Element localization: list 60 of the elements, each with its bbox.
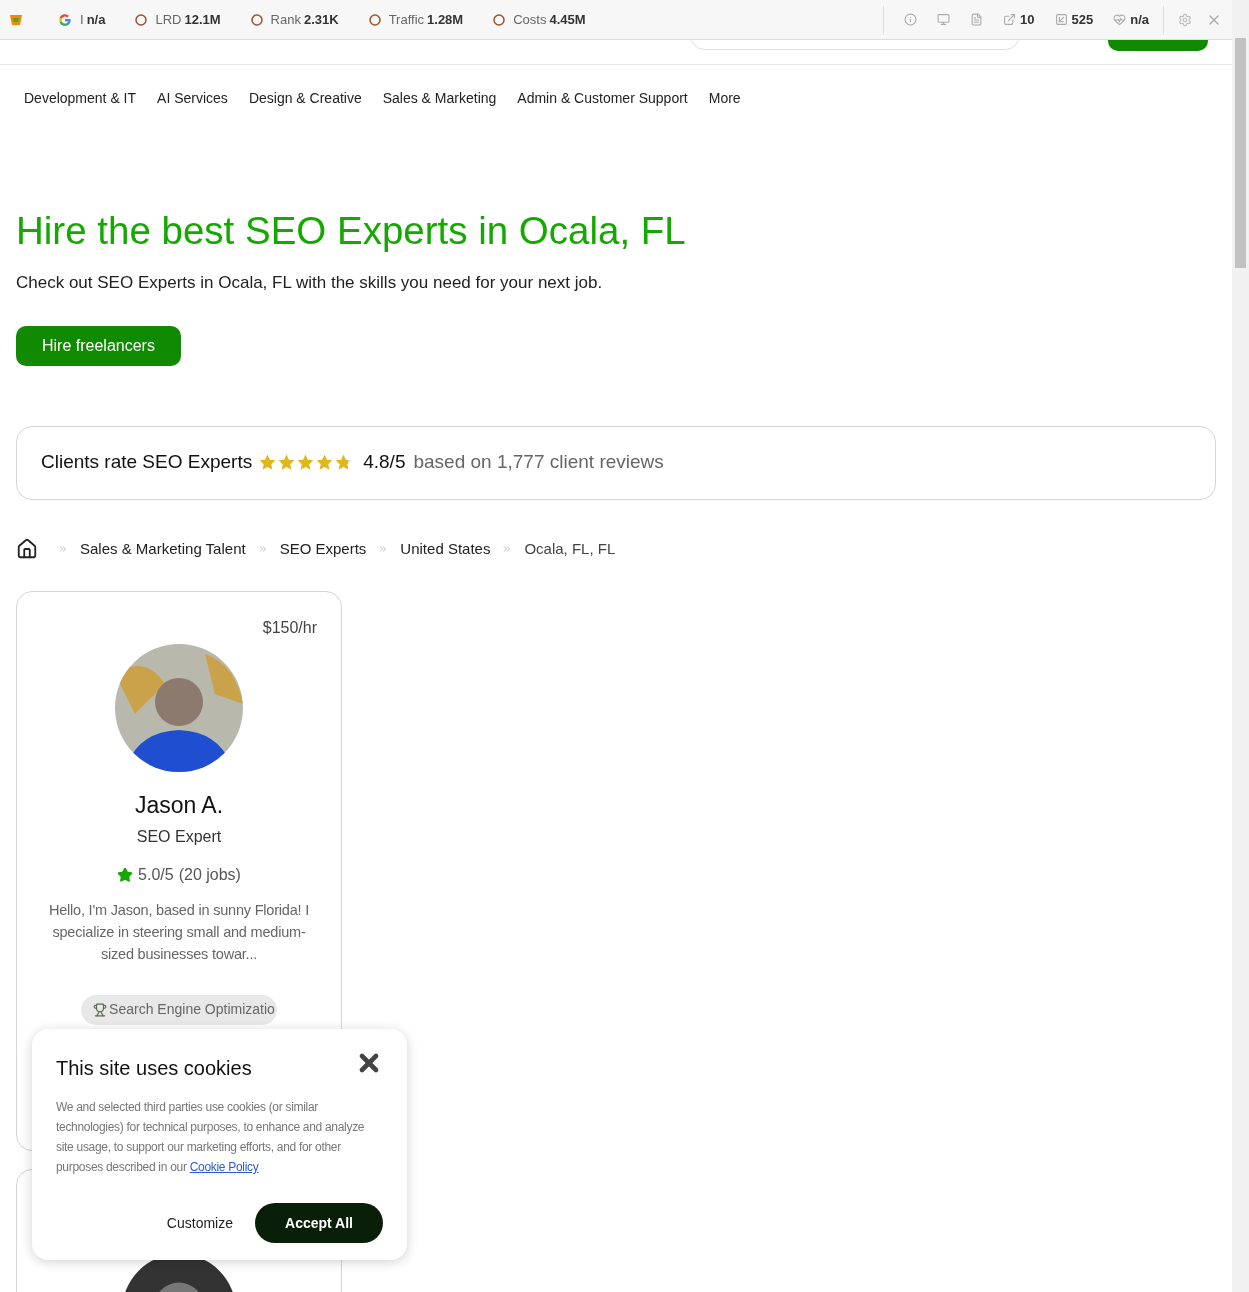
cookie-policy-link[interactable]: Cookie Policy [189,1160,259,1174]
home-icon[interactable] [16,537,38,560]
rating-label: Clients rate SEO Experts [41,450,253,475]
stat-value: 525 [1071,10,1094,29]
settings-icon[interactable] [1178,12,1192,27]
freelancer-title: SEO Expert [136,826,222,847]
nav-link[interactable]: More [708,88,741,109]
nav-link[interactable]: Development & IT [24,88,137,109]
dialog-title: This site uses cookies [56,1056,252,1081]
freelancer-name: Jason A. [134,791,224,821]
breadcrumb-link[interactable]: Sales & Marketing Talent [80,537,246,561]
google-icon [58,12,72,27]
breadcrumb-link[interactable]: United States [400,537,491,561]
metric-value: 2.31K [303,10,339,29]
stat-value: 10 [1020,10,1035,29]
chevron-icon [502,543,513,554]
metric-value: 4.45M [549,10,586,29]
heart-icon [1113,13,1127,26]
metric-label: Rank [270,10,301,29]
nav-link[interactable]: Design & Creative [248,88,362,109]
metric-value: 1.28M [427,10,464,29]
star-icon [117,866,134,883]
review-count: based on 1,777 client reviews [413,450,664,475]
job-count: (20 jobs) [178,864,241,885]
metric-value: n/a [86,10,106,29]
freelancer-bio: Hello, I'm Jason, based in sunny Florida! I specialize in steering small and medium-sized businesses towar... [47,900,311,964]
accept-button[interactable]: Accept All [255,1203,383,1243]
metric-label: Traffic [388,10,425,29]
monitor-icon[interactable] [937,13,951,26]
circle-icon [493,13,506,26]
chevron-icon [378,543,389,554]
cookie-text: We and selected third parties use cookies (or similar technologies) for technical purposes, to enhance and analyze site usage, to support our marketing efforts, and for other purposes described in our Cookie Policy [56,1099,366,1176]
chevron-icon [257,543,268,554]
breadcrumb-link[interactable]: SEO Experts [279,537,367,561]
nav-link[interactable]: Sales & Marketing [382,88,497,109]
inbound-link-icon [1054,13,1068,26]
metric-label: Costs [513,10,547,29]
circle-icon [368,13,381,26]
freelancer-score: 5.0/5 [138,864,174,885]
nav-link[interactable]: AI Services [157,88,228,109]
metric-label: LRD [155,10,182,29]
rating-score: 4.8/5 [363,450,406,475]
trophy-icon [93,1002,108,1017]
document-icon[interactable] [970,13,984,26]
customize-button[interactable]: Customize [166,1212,233,1234]
nav-link[interactable]: Admin & Customer Support [517,88,688,109]
circle-icon [135,13,148,26]
metric-label: I [80,10,84,29]
metric-value: 12.1M [184,10,221,29]
stat-value: n/a [1130,10,1149,29]
circle-icon [250,13,263,26]
subtitle: Check out SEO Experts in Ocala, FL with the skills you need for your next job. [16,272,604,295]
breadcrumb-link[interactable]: Ocala, FL, FL [524,537,616,561]
info-icon[interactable] [904,13,918,26]
page-heading: Hire the best SEO Experts in Ocala, FL [16,208,687,254]
hire-button[interactable]: Hire freelancers [16,325,181,366]
external-link-icon [1003,13,1017,26]
chevron-icon [58,543,68,554]
hourly-rate: $150/hr [262,618,317,639]
skill-tag: Search Engine Optimizatio [81,994,277,1025]
